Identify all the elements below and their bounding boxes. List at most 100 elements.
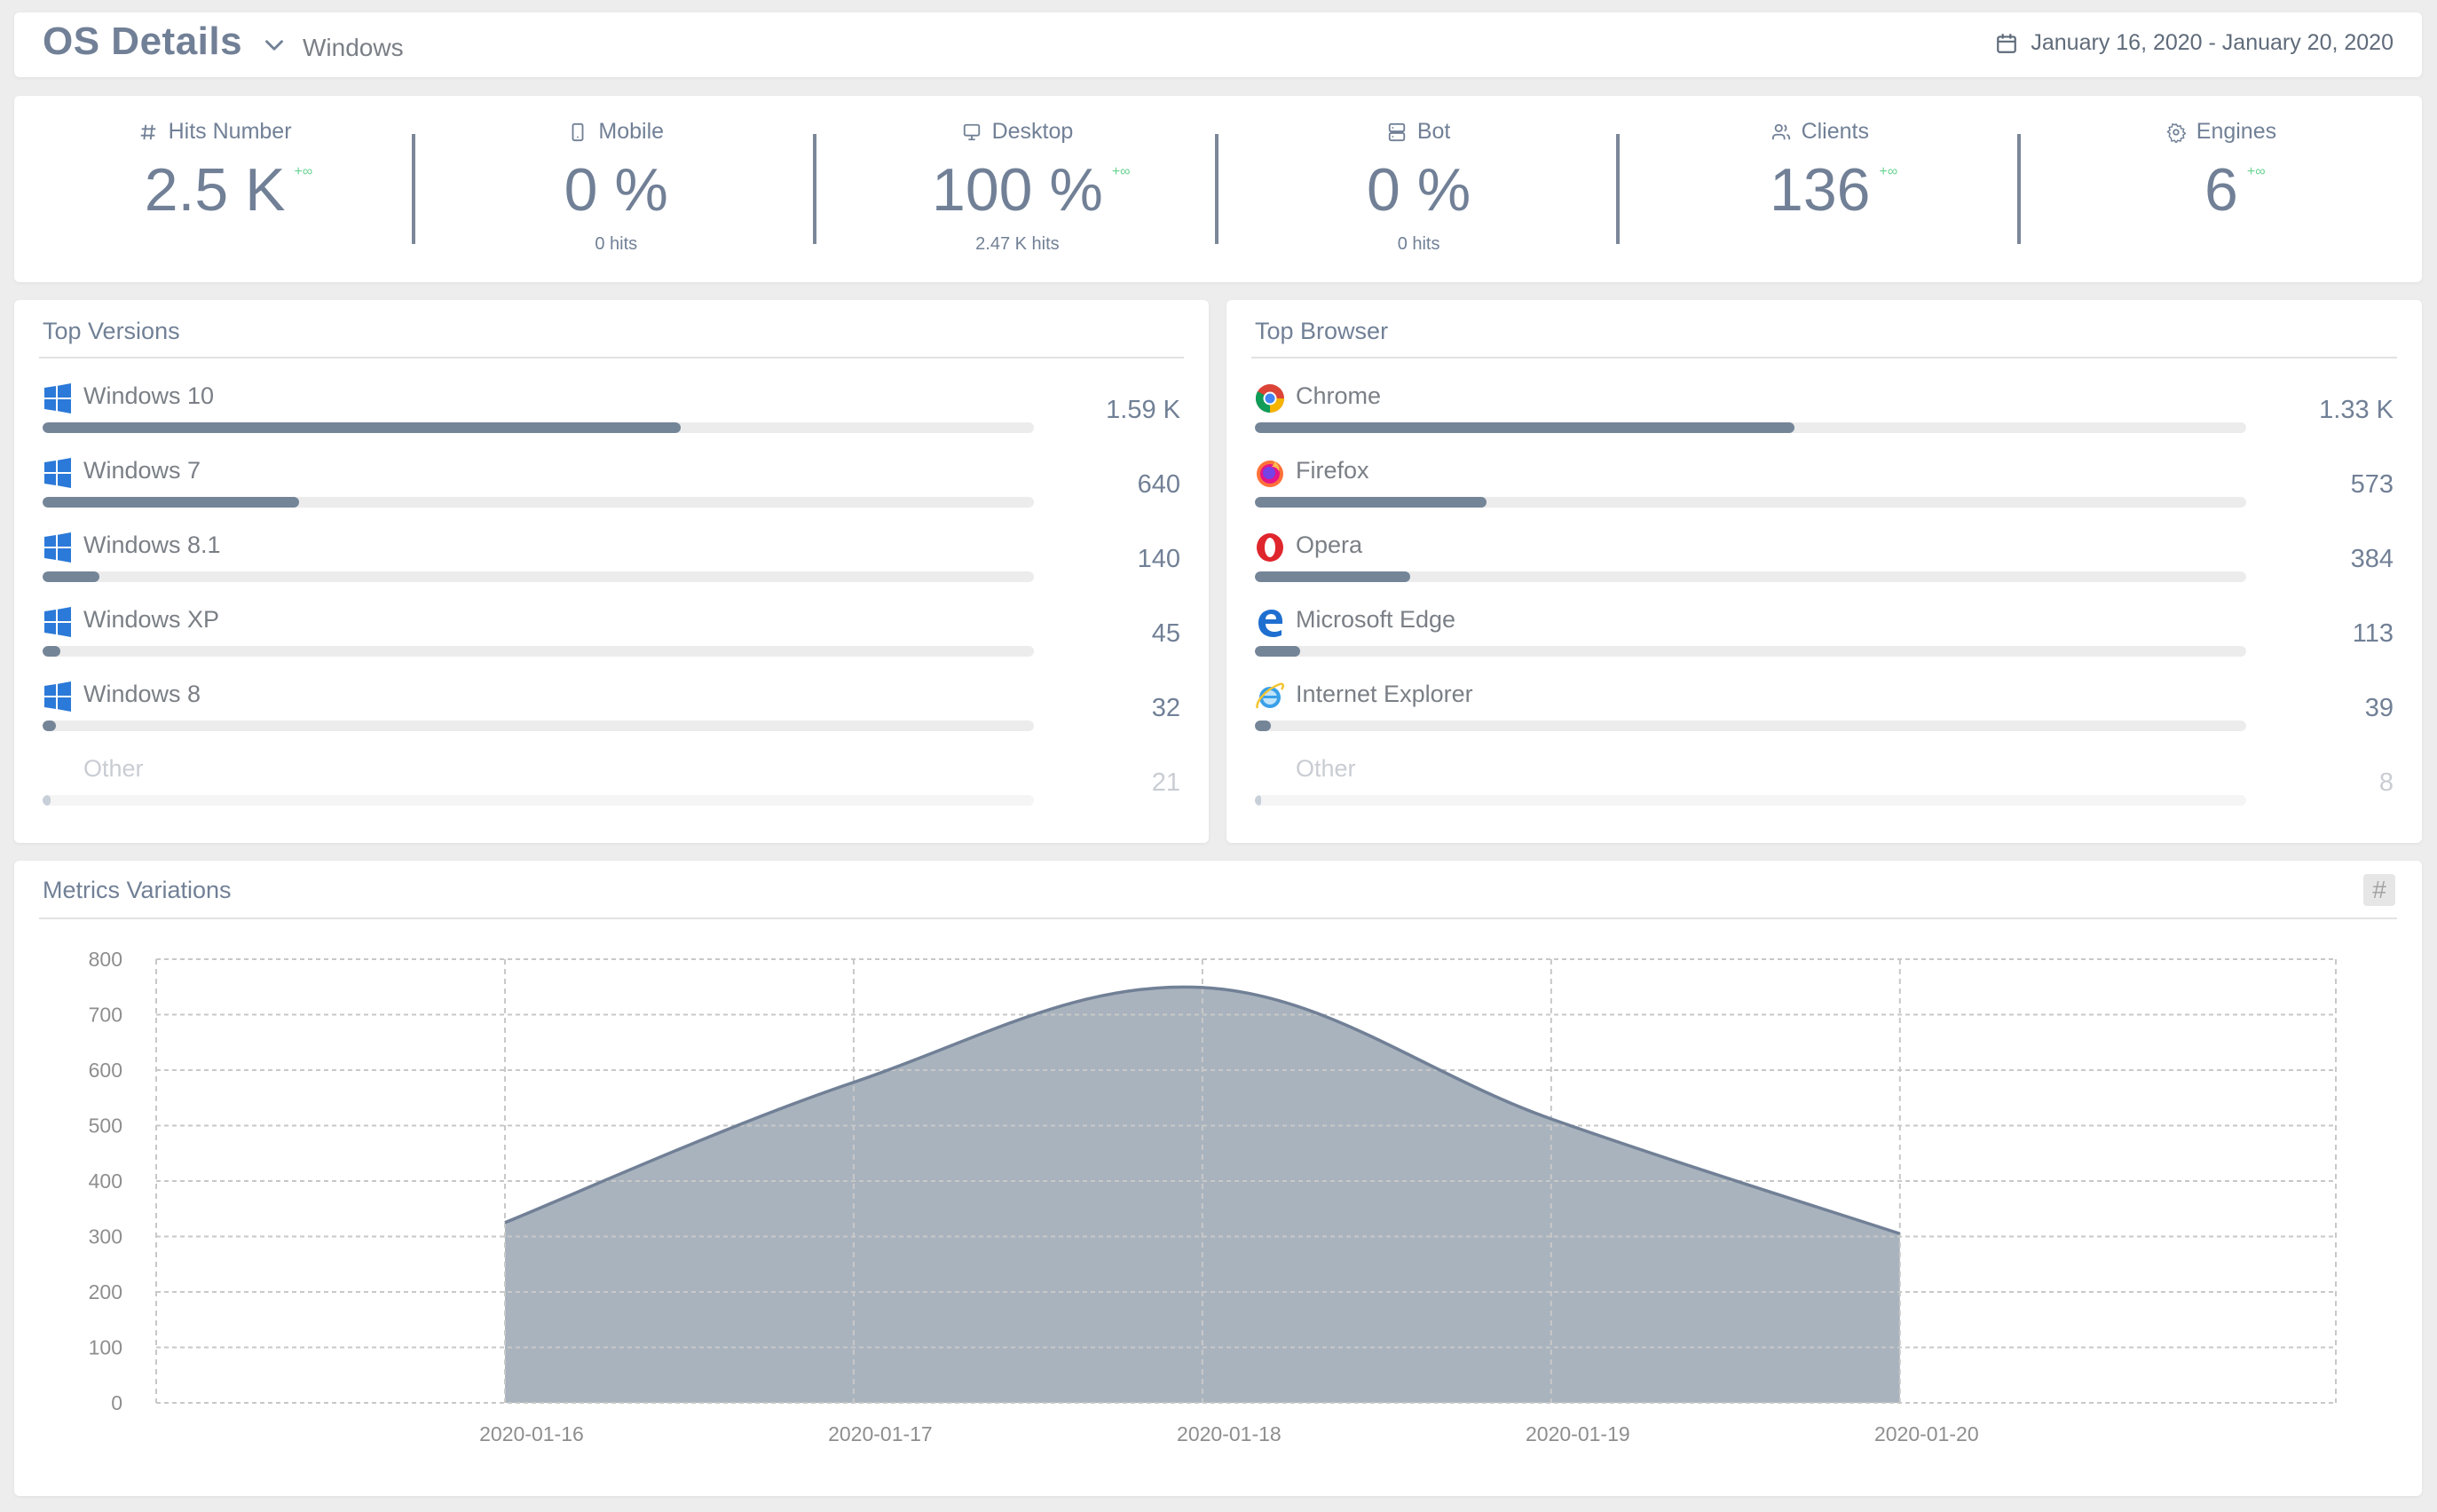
stat-sub: 2.47 K hits — [975, 234, 1060, 254]
list-item-value: 640 — [1137, 470, 1180, 499]
y-tick-label: 200 — [89, 1280, 122, 1303]
progress-fill — [1255, 721, 1271, 731]
users-icon — [1771, 123, 1790, 139]
list-item[interactable]: Internet Explorer 39 — [1255, 673, 2394, 747]
metrics-variations-panel: 0 100 200 300 400 500 600 700 800 2020-01-16 2020-… — [14, 861, 2422, 1496]
stat-hits: Hits Number 2.5 K +∞ — [14, 96, 416, 282]
windows-icon — [43, 681, 73, 712]
list-item-value: 32 — [1151, 694, 1180, 722]
list-item-value: 1.59 K — [1106, 396, 1180, 424]
chevron-down-icon[interactable] — [259, 30, 289, 60]
list-item[interactable]: Opera 384 — [1255, 524, 2394, 598]
chart-title: Metrics Variations — [43, 877, 232, 903]
list-item-value: 384 — [2350, 545, 2394, 573]
hash-toggle-button[interactable]: # — [2363, 874, 2395, 906]
list-item-label: Windows 10 — [83, 382, 215, 409]
date-range-picker[interactable]: January 16, 2020 - January 20, 2020 — [1995, 30, 2394, 56]
list-item-label: Chrome — [1296, 382, 1382, 409]
progress-fill — [43, 571, 99, 582]
progress-bar — [1255, 721, 2246, 731]
windows-icon — [43, 532, 73, 563]
stat-label: Engines — [2196, 119, 2277, 144]
stat-label: Bot — [1416, 119, 1451, 144]
list-item-value: 8 — [2378, 768, 2394, 797]
list-item[interactable]: Windows 7 640 — [43, 449, 1180, 524]
selected-os-label[interactable]: Windows — [303, 34, 404, 62]
progress-bar — [1255, 646, 2246, 657]
y-tick-label: 400 — [89, 1169, 122, 1193]
list-item-value: 113 — [2352, 619, 2394, 648]
browsers-list: Chrome 1.33 K Firefox 573 Opera 384 Microsoft … — [1255, 374, 2394, 822]
list-item-label: Windows 8.1 — [83, 532, 221, 558]
calendar-icon — [1997, 33, 2017, 53]
stat-label: Mobile — [598, 119, 665, 144]
list-item-value: 45 — [1151, 619, 1180, 648]
progress-fill — [43, 422, 682, 433]
progress-fill — [1255, 497, 1487, 508]
list-item[interactable]: Windows XP 45 — [43, 598, 1180, 673]
x-tick-label: 2020-01-17 — [828, 1422, 933, 1445]
y-tick-label: 500 — [89, 1114, 122, 1138]
y-tick-label: 100 — [89, 1336, 122, 1359]
list-item[interactable]: Microsoft Edge 113 — [1255, 598, 2394, 673]
progress-fill — [1255, 422, 1794, 433]
progress-fill — [1255, 646, 1301, 657]
list-item-value: 573 — [2350, 470, 2394, 499]
progress-bar — [1255, 422, 2246, 433]
list-item[interactable]: Windows 8 32 — [43, 673, 1180, 747]
ie-icon — [1255, 681, 1285, 712]
stat-trend: +∞ — [1879, 164, 1898, 179]
progress-fill — [1255, 571, 1411, 582]
hash-icon — [140, 124, 155, 139]
stat-value: 136 — [1770, 156, 1871, 224]
stat-label: Clients — [1801, 119, 1869, 144]
versions-list: Windows 10 1.59 K Windows 7 640 Windows 8.1 1… — [43, 374, 1180, 822]
area-chart: 0 100 200 300 400 500 600 700 800 2020-01-16 2020-… — [89, 948, 2337, 1445]
list-item[interactable]: Windows 8.1 140 — [43, 524, 1180, 598]
mobile-icon — [572, 122, 584, 141]
progress-bar — [43, 721, 1034, 731]
list-item[interactable]: Chrome 1.33 K — [1255, 374, 2394, 449]
date-range-text: January 16, 2020 - January 20, 2020 — [2031, 30, 2394, 55]
progress-bar — [1255, 795, 2246, 806]
stat-value: 0 % — [1367, 156, 1471, 224]
progress-fill — [43, 795, 51, 806]
stat-value: 0 % — [564, 156, 668, 224]
progress-fill — [43, 497, 300, 508]
stat-desktop: Desktop 100 % +∞ 2.47 K hits — [816, 96, 1218, 282]
progress-bar — [43, 497, 1034, 508]
windows-icon — [43, 607, 73, 637]
list-item-label: Firefox — [1296, 457, 1369, 484]
y-tick-label: 300 — [89, 1225, 122, 1248]
list-item-label: Windows XP — [83, 606, 220, 633]
list-item[interactable]: Windows 10 1.59 K — [43, 374, 1180, 449]
windows-icon — [43, 458, 73, 488]
list-item-label: Opera — [1296, 532, 1363, 558]
opera-icon — [1255, 532, 1285, 563]
panel-title: Top Versions — [43, 318, 180, 344]
list-item-value: 21 — [1151, 768, 1180, 797]
list-item[interactable]: Other 21 — [43, 747, 1180, 822]
stat-trend: +∞ — [1111, 164, 1131, 179]
server-icon — [1388, 122, 1405, 141]
edge-icon — [1255, 607, 1285, 637]
progress-bar — [1255, 497, 2246, 508]
stat-engines: Engines 6 +∞ — [2021, 96, 2422, 282]
list-item-label: Windows 8 — [83, 681, 201, 707]
stat-trend: +∞ — [294, 164, 313, 179]
chrome-icon — [1255, 383, 1285, 413]
progress-bar — [43, 422, 1034, 433]
list-item-label: Other — [1296, 755, 1356, 782]
list-item[interactable]: Other 8 — [1255, 747, 2394, 822]
list-item[interactable]: Firefox 573 — [1255, 449, 2394, 524]
list-item-label: Internet Explorer — [1296, 681, 1473, 707]
stat-mobile: Mobile 0 % 0 hits — [415, 96, 817, 282]
list-item-value: 1.33 K — [2319, 396, 2394, 424]
list-item-label: Windows 7 — [83, 457, 201, 484]
x-tick-label: 2020-01-20 — [1874, 1422, 1979, 1445]
panel-title: Top Browser — [1255, 318, 1389, 344]
progress-fill — [43, 646, 61, 657]
divider — [1251, 357, 2397, 358]
stat-bot: Bot 0 % 0 hits — [1218, 96, 1620, 282]
x-tick-label: 2020-01-19 — [1526, 1422, 1630, 1445]
